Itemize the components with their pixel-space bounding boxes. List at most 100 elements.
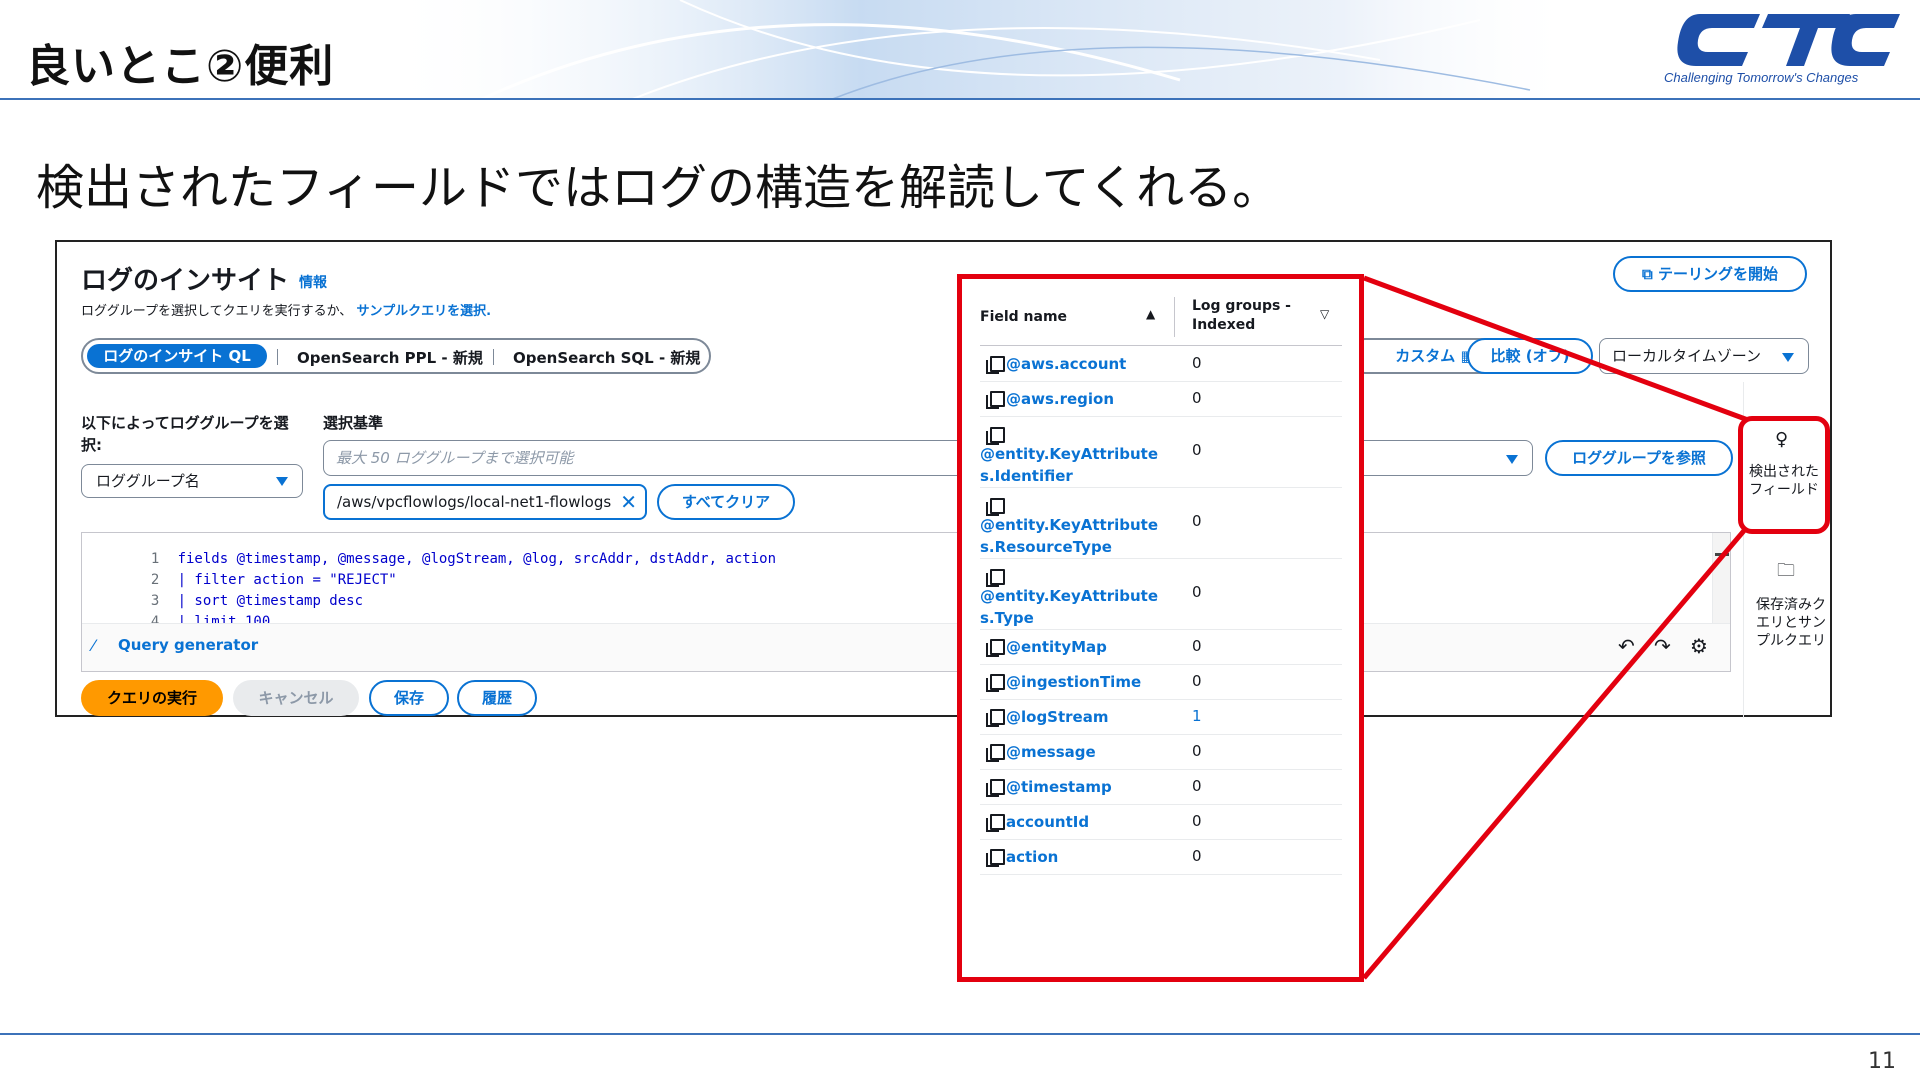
redo-icon[interactable]: ↷ (1654, 634, 1671, 658)
copy-icon[interactable] (986, 744, 1005, 762)
field-row[interactable]: @entityMap 0 (980, 630, 1342, 665)
copy-icon[interactable] (986, 674, 1005, 692)
field-indexed-count: 0 (1192, 847, 1202, 865)
lightbulb-icon: ♀ (1775, 429, 1789, 450)
field-indexed-count: 0 (1192, 637, 1202, 655)
select-by-value: ロググループ名 (96, 472, 200, 490)
page-number: 11 (1868, 1049, 1896, 1074)
timezone-value: ローカルタイムゾーン (1612, 347, 1761, 365)
copy-icon[interactable] (986, 779, 1005, 797)
folder-icon: 🗀 (1777, 560, 1795, 581)
field-row[interactable]: action 0 (980, 840, 1342, 875)
log-insights-screenshot: ログのインサイト 情報 ロググループを選択してクエリを実行するか、 サンプルクエ… (55, 240, 1832, 718)
fields-table-header: Field name ▲ Log groups - Indexed ▽ (962, 279, 1359, 347)
start-tailing-button[interactable]: ⧉ テーリングを開始 (1613, 256, 1807, 292)
custom-range-label: カスタム (1395, 347, 1456, 365)
field-indexed-count: 0 (1192, 389, 1202, 407)
timezone-select[interactable]: ローカルタイムゾーン (1599, 338, 1809, 374)
field-indexed-count: 0 (1192, 812, 1202, 830)
field-name[interactable]: @entityMap (1006, 636, 1107, 658)
field-name[interactable]: @aws.account (1006, 353, 1126, 375)
save-button[interactable]: 保存 (369, 680, 449, 716)
chevron-down-icon (1506, 455, 1518, 464)
logo-tagline: Challenging Tomorrow's Changes (1664, 70, 1859, 85)
field-row[interactable]: @ingestionTime 0 (980, 665, 1342, 700)
tab-logs-insights-ql[interactable]: ログのインサイト QL (87, 344, 267, 368)
query-generator-button[interactable]: Query generator (118, 636, 258, 654)
col-log-groups-indexed[interactable]: Log groups - Indexed (1192, 297, 1302, 335)
field-indexed-count: 0 (1192, 441, 1202, 459)
slide-title: 良いとこ②便利 (26, 41, 335, 92)
field-name[interactable]: accountId (1006, 811, 1089, 833)
field-indexed-count: 0 (1192, 742, 1202, 760)
field-name[interactable]: @entity.KeyAttributes.ResourceType (980, 514, 1162, 558)
sample-query-link[interactable]: サンプルクエリを選択. (356, 304, 491, 319)
copy-icon[interactable] (986, 849, 1005, 867)
field-name[interactable]: @entity.KeyAttributes.Type (980, 585, 1162, 629)
query-editor[interactable]: 1 fields @timestamp, @message, @logStream… (81, 532, 1731, 672)
browse-log-groups-button[interactable]: ロググループを参照 (1545, 440, 1733, 476)
rail-saved-queries[interactable]: 保存済みクエリとサンプルクエリ (1751, 596, 1831, 650)
copy-icon[interactable] (986, 391, 1005, 409)
field-row[interactable]: @timestamp 0 (980, 770, 1342, 805)
magic-wand-icon: ⁄ (92, 636, 95, 655)
select-by-label: 以下によってロググループを選択: (81, 414, 289, 454)
field-row[interactable]: @entity.KeyAttributes.ResourceType 0 (980, 488, 1342, 559)
copy-icon[interactable] (986, 814, 1005, 832)
chevron-down-icon (276, 477, 288, 486)
history-button[interactable]: 履歴 (457, 680, 537, 716)
tab-opensearch-sql[interactable]: OpenSearch SQL - 新規 (513, 347, 700, 368)
copy-icon[interactable] (986, 569, 1005, 587)
tab-separator (493, 349, 494, 365)
header-rule (0, 98, 1920, 100)
field-row[interactable]: @logStream 1 (980, 700, 1342, 735)
page-title: ログのインサイト (81, 266, 290, 296)
field-row[interactable]: @message 0 (980, 735, 1342, 770)
sort-icon[interactable]: ▽ (1320, 307, 1329, 321)
field-name[interactable]: @logStream (1006, 706, 1108, 728)
field-name[interactable]: @timestamp (1006, 776, 1112, 798)
criteria-placeholder: 最大 50 ロググループまで選択可能 (336, 449, 574, 467)
field-indexed-count: 0 (1192, 512, 1202, 530)
header-decoration (380, 0, 1580, 100)
select-by-dropdown[interactable]: ロググループ名 (81, 464, 303, 498)
clear-all-button[interactable]: すべてクリア (657, 484, 795, 520)
undo-icon[interactable]: ↶ (1618, 634, 1635, 658)
compare-button[interactable]: 比較 (オフ) (1467, 338, 1593, 374)
info-link[interactable]: 情報 (299, 272, 327, 292)
slide-header: 良いとこ②便利 Challenging Tomorrow's Changes (0, 0, 1920, 100)
field-row[interactable]: @aws.region 0 (980, 382, 1342, 417)
criteria-label: 選択基準 (323, 414, 384, 432)
copy-icon[interactable] (986, 639, 1005, 657)
field-name[interactable]: @message (1006, 741, 1096, 763)
code-line-2: 2 | filter action = "REJECT" (82, 556, 397, 588)
field-name[interactable]: action (1006, 846, 1058, 868)
col-field-name[interactable]: Field name (980, 309, 1067, 325)
field-indexed-count: 0 (1192, 583, 1202, 601)
run-query-button[interactable]: クエリの実行 (81, 680, 223, 716)
scrollbar-thumb[interactable] (1715, 553, 1729, 556)
field-indexed-count: 0 (1192, 777, 1202, 795)
copy-icon[interactable] (986, 427, 1005, 445)
field-indexed-count[interactable]: 1 (1192, 707, 1202, 725)
field-row[interactable]: @aws.account 0 (980, 347, 1342, 382)
field-row[interactable]: @entity.KeyAttributes.Type 0 (980, 559, 1342, 630)
copy-icon[interactable] (986, 356, 1005, 374)
tab-opensearch-ppl[interactable]: OpenSearch PPL - 新規 (297, 347, 483, 368)
copy-icon[interactable] (986, 498, 1005, 516)
selected-log-group-token: /aws/vpcflowlogs/local-net1-flowlogs ✕ (323, 484, 647, 520)
cancel-button[interactable]: キャンセル (233, 680, 359, 716)
field-row[interactable]: @entity.KeyAttributes.Identifier 0 (980, 417, 1342, 488)
field-name[interactable]: @ingestionTime (1006, 671, 1141, 693)
field-name[interactable]: @entity.KeyAttributes.Identifier (980, 443, 1162, 487)
editor-scrollbar[interactable] (1712, 533, 1730, 623)
copy-icon[interactable] (986, 709, 1005, 727)
slide-subtitle: 検出されたフィールドではログの構造を解読してくれる。 (36, 160, 1281, 216)
sort-ascending-icon[interactable]: ▲ (1146, 307, 1155, 321)
field-name[interactable]: @aws.region (1006, 388, 1114, 410)
code-line-3: 3 | sort @timestamp desc (82, 577, 363, 609)
gear-icon[interactable]: ⚙ (1690, 634, 1708, 658)
discovered-fields-rail-button[interactable]: ♀ 検出されたフィールド (1738, 416, 1830, 534)
close-icon[interactable]: ✕ (620, 486, 637, 518)
field-row[interactable]: accountId 0 (980, 805, 1342, 840)
